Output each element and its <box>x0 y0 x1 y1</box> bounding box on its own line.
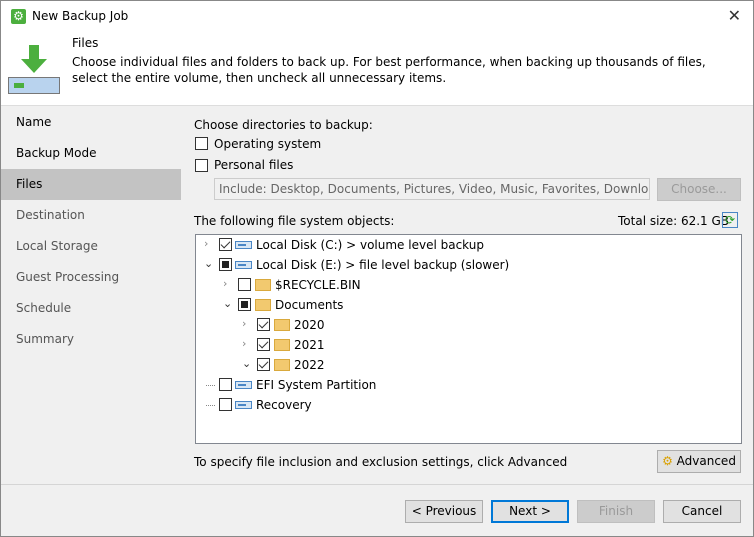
next-button[interactable]: Next > <box>491 500 569 523</box>
page-description: Choose individual files and folders to b… <box>72 55 706 85</box>
folder-icon <box>274 359 290 371</box>
header: Files Choose individual files and folder… <box>1 31 753 106</box>
folder-icon <box>274 319 290 331</box>
step-guest-processing[interactable]: Guest Processing <box>1 262 181 293</box>
tree-item-label: Documents <box>275 298 344 312</box>
tree-item[interactable]: EFI System Partition <box>196 375 736 395</box>
tree-item[interactable]: › 2021 <box>196 335 736 355</box>
tree-item-checkbox[interactable] <box>257 338 270 351</box>
new-backup-job-window: ⚙ New Backup Job ✕ Files Choose individu… <box>0 0 754 537</box>
chevron-right-icon[interactable]: › <box>223 277 227 290</box>
tree-item-label: EFI System Partition <box>256 378 377 392</box>
wizard-steps: Name Backup Mode Files Destination Local… <box>1 107 181 355</box>
chevron-down-icon[interactable]: ⌄ <box>223 297 232 310</box>
tree-item-label: 2020 <box>294 318 325 332</box>
operating-system-checkbox[interactable] <box>195 137 208 150</box>
tree-item-checkbox[interactable] <box>219 398 232 411</box>
tree-item[interactable]: Recovery <box>196 395 736 415</box>
drive-icon <box>235 401 252 409</box>
tree-item-checkbox[interactable] <box>238 298 251 311</box>
tree-item-label: 2022 <box>294 358 325 372</box>
tree-item-checkbox[interactable] <box>219 238 232 251</box>
personal-files-label: Personal files <box>214 158 294 172</box>
advanced-button[interactable]: ⚙ Advanced <box>657 450 741 473</box>
gear-icon: ⚙ <box>662 454 673 468</box>
cancel-button[interactable]: Cancel <box>663 500 741 523</box>
disk-icon <box>8 77 60 94</box>
drive-icon <box>235 261 252 269</box>
download-arrow-icon <box>21 45 47 73</box>
step-backup-mode[interactable]: Backup Mode <box>1 138 181 169</box>
tree-item[interactable]: › 2020 <box>196 315 736 335</box>
personal-files-checkbox[interactable] <box>195 159 208 172</box>
step-name[interactable]: Name <box>1 107 181 138</box>
title-bar: ⚙ New Backup Job ✕ <box>1 1 753 31</box>
tree-connector <box>206 385 215 386</box>
folder-icon <box>255 299 271 311</box>
previous-button[interactable]: < Previous <box>405 500 483 523</box>
chevron-down-icon[interactable]: ⌄ <box>242 357 251 370</box>
step-files[interactable]: Files <box>1 169 181 200</box>
tree-item[interactable]: › Local Disk (C:) > volume level backup <box>196 235 736 255</box>
tree-item-label: 2021 <box>294 338 325 352</box>
tree-item[interactable]: ⌄ Local Disk (E:) > file level backup (sl… <box>196 255 736 275</box>
refresh-icon[interactable]: ⟳ <box>722 212 738 228</box>
gear-app-icon: ⚙ <box>11 9 26 24</box>
tree-item-label: $RECYCLE.BIN <box>275 278 361 292</box>
file-system-tree[interactable]: › Local Disk (C:) > volume level backup ⌄ L… <box>195 234 742 444</box>
step-summary[interactable]: Summary <box>1 324 181 355</box>
windows-drive-icon <box>235 241 252 249</box>
tree-item-checkbox[interactable] <box>219 258 232 271</box>
include-field[interactable]: Include: Desktop, Documents, Pictures, V… <box>214 178 650 200</box>
choose-button[interactable]: Choose... <box>657 178 741 201</box>
tree-item[interactable]: ⌄ 2022 <box>196 355 736 375</box>
advanced-button-label: Advanced <box>676 454 736 468</box>
choose-directories-label: Choose directories to backup: <box>194 118 373 132</box>
tree-item[interactable]: ⌄ Documents <box>196 295 736 315</box>
chevron-right-icon[interactable]: › <box>242 337 246 350</box>
tree-item-label: Recovery <box>256 398 312 412</box>
chevron-down-icon[interactable]: ⌄ <box>204 257 213 270</box>
tree-item-label: Local Disk (C:) > volume level backup <box>256 238 484 252</box>
drive-icon <box>235 381 252 389</box>
tree-item-checkbox[interactable] <box>238 278 251 291</box>
finish-button[interactable]: Finish <box>577 500 655 523</box>
advanced-hint: To specify file inclusion and exclusion … <box>194 455 568 469</box>
page-title: Files <box>72 36 99 50</box>
total-size: Total size: 62.1 GB <box>618 214 730 228</box>
footer-divider <box>1 484 753 485</box>
tree-item[interactable]: › $RECYCLE.BIN <box>196 275 736 295</box>
chevron-right-icon[interactable]: › <box>204 237 208 250</box>
operating-system-label: Operating system <box>214 137 322 151</box>
tree-item-checkbox[interactable] <box>257 318 270 331</box>
step-schedule[interactable]: Schedule <box>1 293 181 324</box>
folder-icon <box>255 279 271 291</box>
step-local-storage[interactable]: Local Storage <box>1 231 181 262</box>
tree-item-label: Local Disk (E:) > file level backup (slo… <box>256 258 510 272</box>
folder-icon <box>274 339 290 351</box>
chevron-right-icon[interactable]: › <box>242 317 246 330</box>
tree-item-checkbox[interactable] <box>257 358 270 371</box>
file-system-objects-label: The following file system objects: <box>194 214 395 228</box>
close-button[interactable]: ✕ <box>728 6 741 25</box>
tree-item-checkbox[interactable] <box>219 378 232 391</box>
tree-connector <box>206 405 215 406</box>
window-title: New Backup Job <box>32 9 129 23</box>
step-destination[interactable]: Destination <box>1 200 181 231</box>
